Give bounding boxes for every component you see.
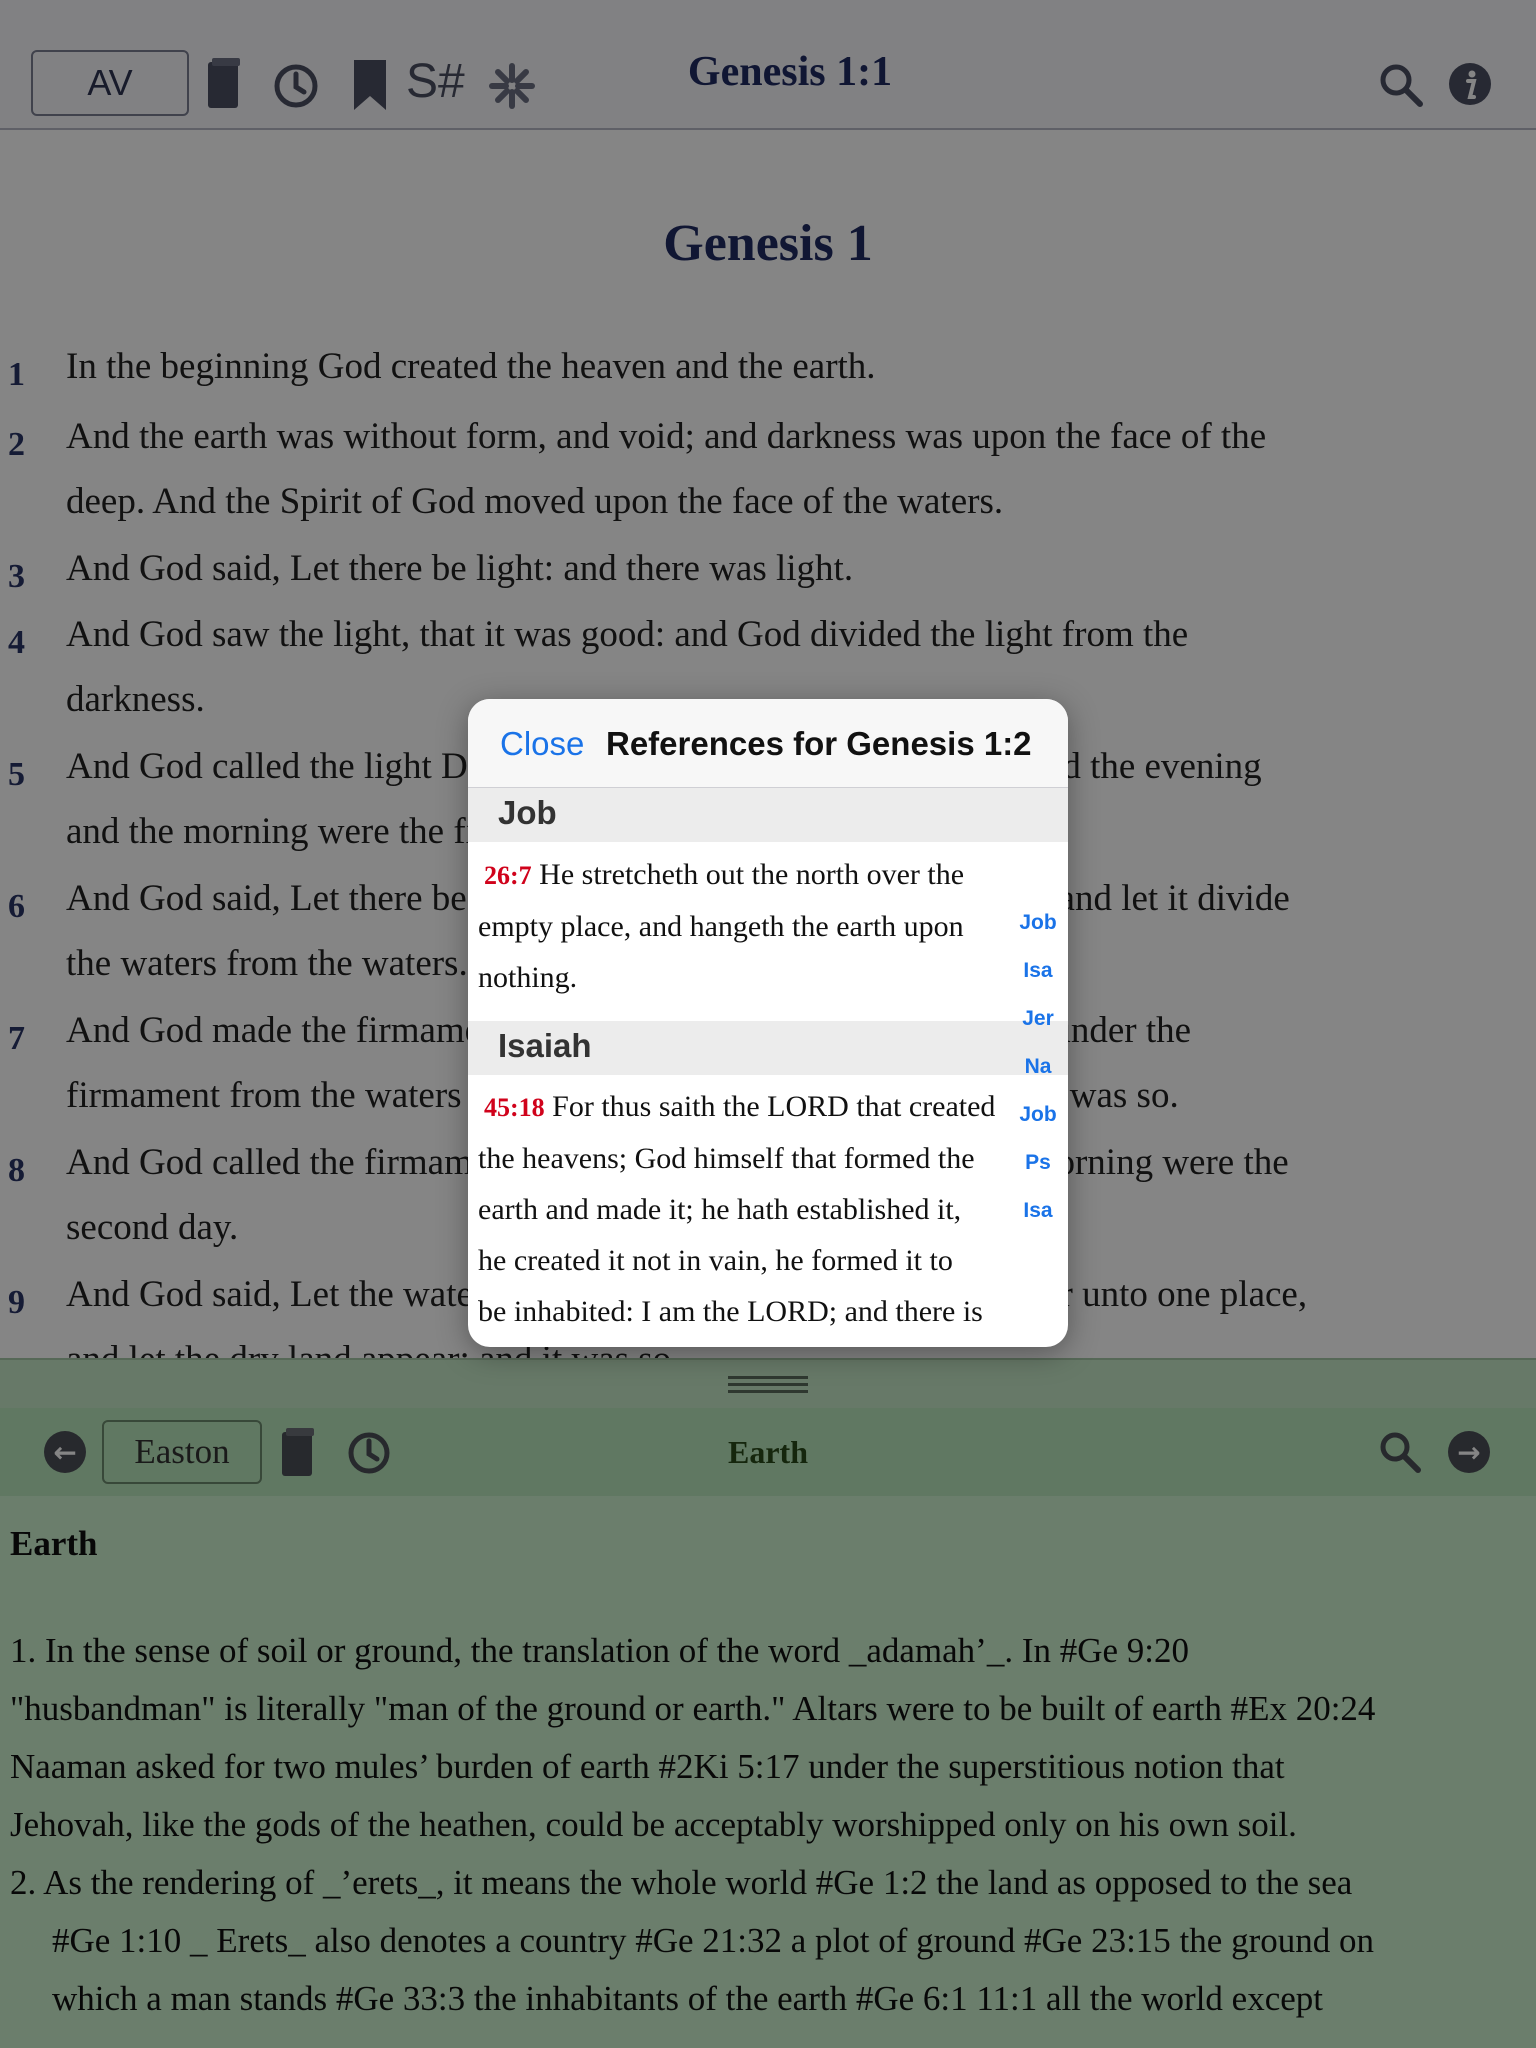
index-item[interactable]: Isa	[1016, 959, 1060, 983]
dictionary-line: Naaman asked for two mules’ burden of ea…	[10, 1747, 1285, 1786]
reference-line: he created it not in vain, he formed it …	[478, 1244, 953, 1277]
verse-number: 6	[8, 888, 25, 925]
reference-number[interactable]: 45:18	[484, 1093, 545, 1122]
section-header-isaiah: Isaiah	[468, 1021, 1068, 1075]
popup-header: Close References for Genesis 1:2	[468, 699, 1068, 789]
dictionary-line: 2. As the rendering of _’erets_, it mean…	[10, 1863, 1353, 1902]
search-icon[interactable]	[1378, 62, 1424, 108]
version-button[interactable]: AV	[31, 50, 189, 116]
history-icon[interactable]	[346, 1430, 392, 1476]
top-toolbar: AV S# Genesis 1:1	[0, 0, 1536, 130]
chapter-title: Genesis 1	[663, 215, 873, 272]
verse-number: 7	[8, 1020, 25, 1057]
reference-line: earth and made it; he hath established i…	[478, 1193, 962, 1226]
index-item[interactable]: Jer	[1016, 1007, 1060, 1031]
dictionary-line: 1. In the sense of soil or ground, the t…	[10, 1631, 1190, 1670]
reference-entry[interactable]: 45:18 For thus saith the LORD that creat…	[478, 1081, 1058, 1337]
reference-line: nothing.	[478, 961, 578, 994]
dictionary-line: #Ge 1:10 _ Erets_ also denotes a country…	[52, 1921, 1374, 1960]
dictionary-line: which a man stands #Ge 33:3 the inhabita…	[52, 1979, 1324, 2018]
verse-line: And God saw the light, that it was good:…	[66, 614, 1189, 655]
index-item[interactable]: Isa	[1016, 1199, 1060, 1223]
grip-line	[728, 1376, 808, 1379]
dictionary-button[interactable]: Easton	[102, 1420, 262, 1484]
grip-line	[728, 1390, 808, 1393]
verse[interactable]: 2 And the earth was without form, and vo…	[8, 404, 1506, 534]
history-icon[interactable]	[272, 62, 320, 110]
close-button[interactable]: Close	[500, 725, 584, 763]
index-item[interactable]: Job	[1016, 1103, 1060, 1127]
popup-title: References for Genesis 1:2	[606, 725, 1032, 762]
bookmark-icon[interactable]	[352, 58, 388, 112]
verse-number: 1	[8, 356, 25, 393]
strongs-icon[interactable]: S#	[406, 54, 465, 109]
reference-line: For thus saith the LORD that created	[552, 1090, 996, 1123]
forward-arrow-icon[interactable]: →	[1448, 1431, 1490, 1473]
verse-number: 2	[8, 426, 25, 463]
verse-line: And the earth was without form, and void…	[66, 416, 1267, 457]
dictionary-pane: ← Easton Earth → Earth 1. In the sense o…	[0, 1358, 1536, 2048]
verse[interactable]: 1 In the beginning God created the heave…	[8, 334, 1506, 399]
verse-number: 8	[8, 1152, 25, 1189]
index-item[interactable]: Na	[1016, 1055, 1060, 1079]
verse-number: 9	[8, 1284, 25, 1321]
back-arrow-icon[interactable]: ←	[44, 1431, 86, 1473]
info-icon[interactable]	[1448, 62, 1492, 106]
reference-number[interactable]: 26:7	[484, 861, 532, 890]
entry-heading: Earth	[10, 1524, 98, 1563]
entry-title: Earth	[728, 1434, 808, 1470]
pane-resize-handle[interactable]	[0, 1358, 1536, 1410]
dictionary-toolbar: ← Easton Earth →	[0, 1408, 1536, 1496]
reference-line: He stretcheth out the north over the	[539, 858, 965, 891]
verse-number: 4	[8, 624, 25, 661]
dictionary-line: "husbandman" is literally "man of the gr…	[10, 1689, 1376, 1728]
grip-line	[728, 1383, 808, 1386]
verse-line: In the beginning God created the heaven …	[66, 346, 876, 387]
book-icon[interactable]	[204, 56, 244, 112]
dictionary-line: Jehovah, like the gods of the heathen, c…	[10, 1805, 1297, 1844]
reference-title[interactable]: Genesis 1:1	[560, 48, 1020, 96]
reference-entry[interactable]: 26:7 He stretcheth out the north over th…	[478, 849, 1058, 1003]
verse-number: 3	[8, 558, 25, 595]
reference-line: be inhabited: I am the LORD; and there i…	[478, 1295, 983, 1328]
references-popup: Close References for Genesis 1:2 Job 26:…	[468, 699, 1068, 1347]
verse[interactable]: 3 And God said, Let there be light: and …	[8, 536, 1506, 601]
index-item[interactable]: Ps	[1016, 1151, 1060, 1175]
index-item[interactable]: Job	[1016, 911, 1060, 935]
search-icon[interactable]	[1378, 1430, 1422, 1474]
reference-line: the heavens; God himself that formed the	[478, 1142, 975, 1175]
book-icon[interactable]	[278, 1426, 318, 1480]
asterisk-icon[interactable]	[488, 62, 536, 110]
section-header-job: Job	[468, 788, 1068, 842]
verse-line: deep. And the Spirit of God moved upon t…	[66, 481, 1004, 522]
verse-number: 5	[8, 756, 25, 793]
verse-line: And God said, Let there be light: and th…	[66, 548, 854, 589]
reference-line: empty place, and hangeth the earth upon	[478, 910, 964, 943]
